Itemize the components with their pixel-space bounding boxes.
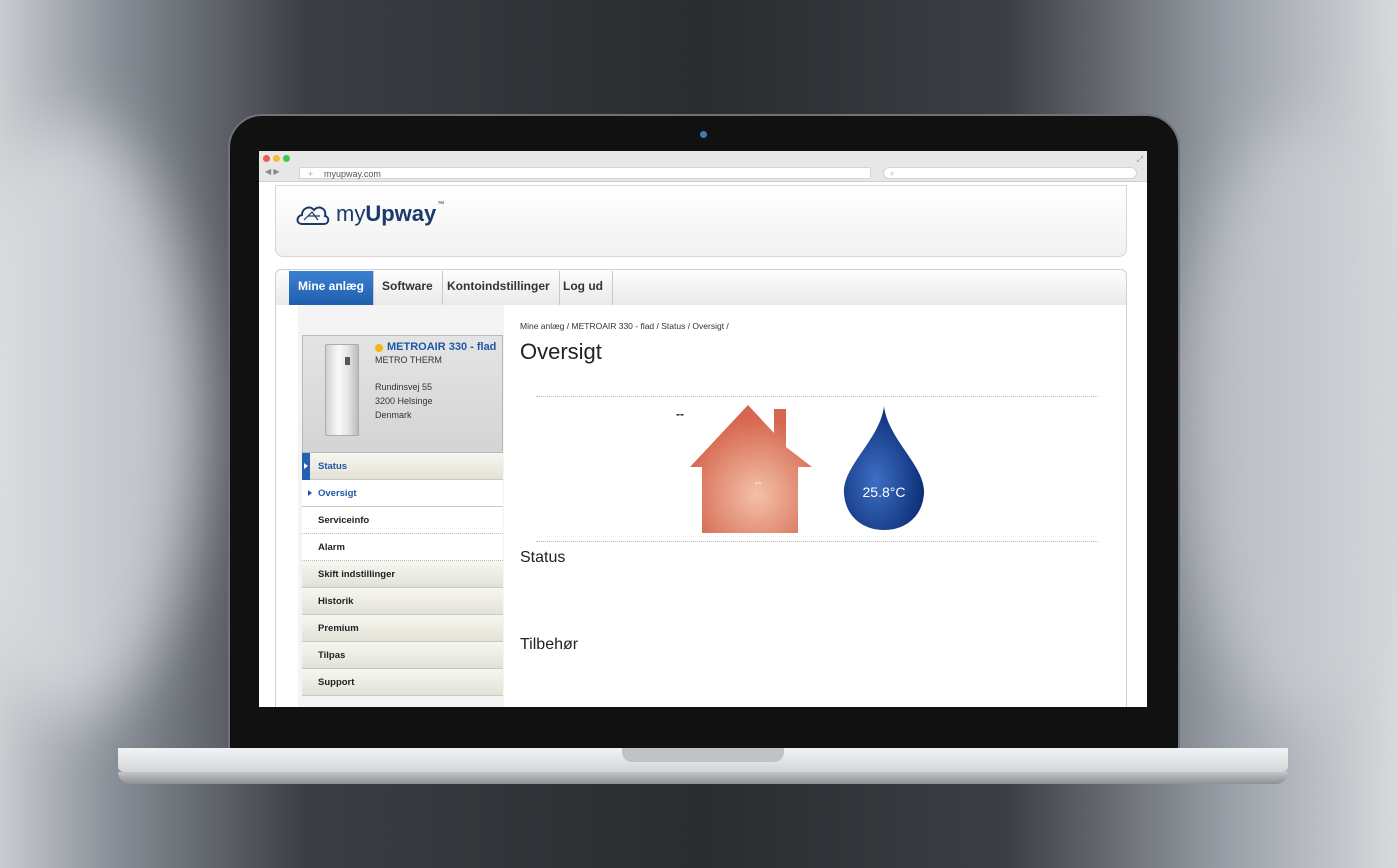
device-brand: METRO THERM: [375, 355, 442, 365]
sidebar-item-label: Premium: [318, 623, 359, 634]
divider: [536, 396, 1098, 397]
back-forward-icon[interactable]: ◀ ▶: [265, 167, 280, 176]
breadcrumb[interactable]: Mine anlæg / METROAIR 330 - flad / Statu…: [520, 321, 729, 331]
url-text: myupway.com: [324, 169, 381, 179]
content-panel: METROAIR 330 - flad METRO THERM Rundinsv…: [275, 305, 1127, 707]
sidebar-item-label: Oversigt: [318, 488, 357, 499]
heat-pump-image: [325, 344, 359, 436]
sidebar-item-oversigt[interactable]: Oversigt: [302, 480, 503, 507]
tab-mine-anlaeg[interactable]: Mine anlæg: [289, 271, 375, 305]
tab-software[interactable]: Software: [373, 271, 443, 305]
status-indicator: [375, 344, 383, 352]
minimize-window-icon[interactable]: [273, 155, 280, 162]
device-card[interactable]: METROAIR 330 - flad METRO THERM Rundinsv…: [302, 335, 503, 453]
main-navigation: Mine anlæg Software Kontoindstillinger L…: [275, 269, 1127, 307]
hot-water-temperature-value: 25.8°C: [862, 484, 906, 500]
plus-icon: +: [308, 169, 314, 179]
device-name[interactable]: METROAIR 330 - flad: [387, 341, 496, 353]
chevron-right-icon: [308, 490, 312, 496]
sidebar-item-label: Support: [318, 677, 355, 688]
house-icon[interactable]: [690, 403, 814, 535]
sidebar-item-skift-indstillinger[interactable]: Skift indstillinger: [302, 561, 503, 588]
close-window-icon[interactable]: [263, 155, 270, 162]
sidebar-item-label: Status: [318, 461, 348, 472]
laptop-base-edge: [118, 772, 1288, 784]
divider: [536, 541, 1098, 542]
logo-bold: Upway: [365, 201, 437, 226]
background-blur-right: [1180, 120, 1397, 720]
laptop-notch: [622, 748, 784, 762]
trademark: ™: [437, 201, 445, 208]
page-title: Oversigt: [520, 339, 602, 364]
search-icon: ⌕: [890, 169, 895, 178]
device-country: Denmark: [375, 410, 412, 420]
logo-prefix: my: [336, 201, 366, 226]
sidebar-item-serviceinfo[interactable]: Serviceinfo: [302, 507, 503, 534]
maximize-window-icon[interactable]: [283, 155, 290, 162]
device-address-city: 3200 Helsinge: [375, 396, 433, 406]
sidebar-item-support[interactable]: Support: [302, 669, 503, 696]
myupway-logo[interactable]: myUpway™: [294, 200, 444, 228]
sidebar-item-label: Historik: [318, 596, 354, 607]
browser-search-input[interactable]: ⌕: [883, 167, 1137, 179]
sidebar-item-label: Alarm: [318, 542, 345, 553]
fullscreen-icon[interactable]: ⤢: [1137, 155, 1143, 165]
sidebar-item-alarm[interactable]: Alarm: [302, 534, 503, 561]
main-content: Mine anlæg / METROAIR 330 - flad / Statu…: [520, 305, 1120, 707]
side-menu: Status Oversigt Serviceinfo Alarm Skift …: [302, 453, 503, 696]
tab-kontoindstillinger[interactable]: Kontoindstillinger: [438, 271, 560, 305]
accessories-heading: Tilbehør: [520, 636, 579, 653]
sidebar-item-label: Tilpas: [318, 650, 346, 661]
sidebar-item-historik[interactable]: Historik: [302, 588, 503, 615]
sidebar-item-label: Skift indstillinger: [318, 569, 396, 580]
sidebar-item-label: Serviceinfo: [318, 515, 370, 526]
status-heading: Status: [520, 549, 566, 566]
device-address-street: Rundinsvej 55: [375, 382, 433, 392]
tab-log-ud[interactable]: Log ud: [554, 271, 613, 305]
expanded-arrow-icon: [302, 453, 310, 480]
hot-water-drop-icon[interactable]: [842, 406, 926, 532]
background-blur-left: [0, 120, 200, 720]
cloud-logo-icon: [296, 206, 330, 225]
camera-icon: [700, 131, 707, 138]
outdoor-temperature-value: --: [676, 407, 684, 421]
sidebar-item-tilpas[interactable]: Tilpas: [302, 642, 503, 669]
sidebar: METROAIR 330 - flad METRO THERM Rundinsv…: [298, 305, 504, 707]
address-bar[interactable]: + myupway.com: [299, 167, 871, 179]
laptop-screen: ◀ ▶ + myupway.com ⌕ ⤢ myUpway™ Mine anlæ…: [259, 151, 1147, 707]
site-header: myUpway™: [275, 185, 1127, 257]
sidebar-item-premium[interactable]: Premium: [302, 615, 503, 642]
browser-chrome: ◀ ▶ + myupway.com ⌕ ⤢: [259, 151, 1147, 182]
indoor-temperature-value: --: [754, 477, 762, 489]
sidebar-item-status[interactable]: Status: [302, 453, 503, 480]
